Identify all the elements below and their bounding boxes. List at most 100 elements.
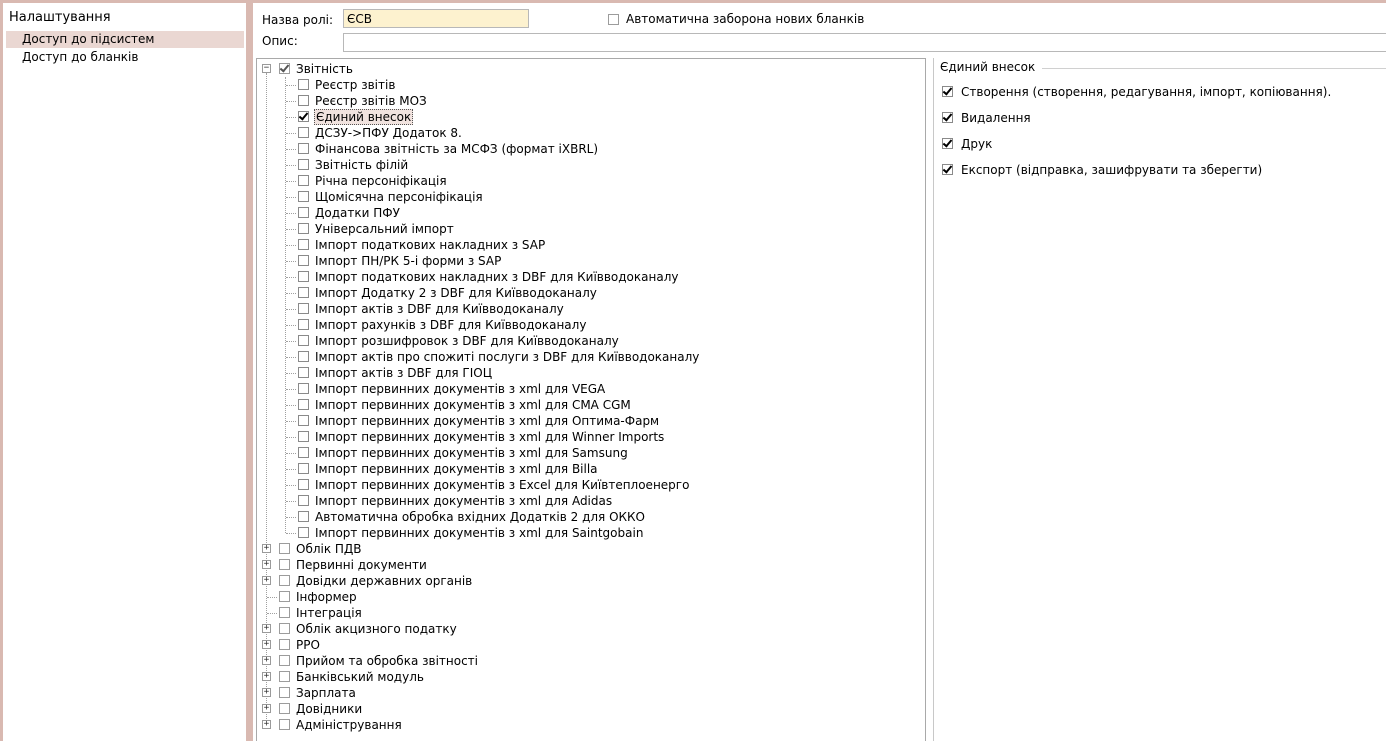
checkbox[interactable] xyxy=(298,271,309,282)
checkbox[interactable] xyxy=(279,591,290,602)
checkbox[interactable] xyxy=(298,383,309,394)
expand-icon[interactable]: + xyxy=(262,576,271,585)
nav-item-form-access[interactable]: Доступ до бланків xyxy=(6,49,244,66)
checkbox[interactable] xyxy=(298,239,309,250)
checkbox[interactable] xyxy=(279,63,290,74)
tree-node[interactable]: Імпорт первинних документів з xml для Sa… xyxy=(298,445,629,461)
checkbox[interactable] xyxy=(298,255,309,266)
permission-item[interactable]: Видалення xyxy=(942,110,1031,126)
checkbox[interactable] xyxy=(279,543,290,554)
expand-icon[interactable]: + xyxy=(262,704,271,713)
checkbox[interactable] xyxy=(298,79,309,90)
checkbox[interactable] xyxy=(298,303,309,314)
checkbox[interactable] xyxy=(298,447,309,458)
tree-node[interactable]: Імпорт первинних документів з xml для Sa… xyxy=(298,525,644,541)
tree-node-top[interactable]: Первинні документи xyxy=(279,557,428,573)
permission-item[interactable]: Експорт (відправка, зашифрувати та збере… xyxy=(942,162,1262,178)
tree-node[interactable]: Імпорт первинних документів з xml для CM… xyxy=(298,397,632,413)
tree-node[interactable]: Універсальний імпорт xyxy=(298,221,455,237)
tree-node[interactable]: Єдиний внесок xyxy=(298,109,414,125)
description-input[interactable] xyxy=(343,33,1386,52)
checkbox[interactable] xyxy=(298,143,309,154)
checkbox[interactable] xyxy=(298,191,309,202)
tree-node[interactable]: Щомісячна персоніфікація xyxy=(298,189,484,205)
checkbox[interactable] xyxy=(279,559,290,570)
permission-item[interactable]: Друк xyxy=(942,136,992,152)
tree-node[interactable]: Імпорт ПН/РК 5-і форми з SAP xyxy=(298,253,502,269)
role-name-input[interactable] xyxy=(343,9,529,28)
tree-node[interactable]: Звітність філій xyxy=(298,157,409,173)
checkbox[interactable] xyxy=(298,175,309,186)
tree-node-top[interactable]: Банківський модуль xyxy=(279,669,425,685)
auto-block-option[interactable]: Автоматична заборона нових бланків xyxy=(608,12,864,26)
tree-node-root[interactable]: Звітність xyxy=(279,61,354,77)
expand-icon[interactable]: + xyxy=(262,544,271,553)
checkbox[interactable] xyxy=(279,655,290,666)
checkbox[interactable] xyxy=(298,495,309,506)
checkbox[interactable] xyxy=(942,164,953,175)
tree-node-top[interactable]: Адміністрування xyxy=(279,717,403,733)
tree-node[interactable]: Імпорт податкових накладних з SAP xyxy=(298,237,546,253)
tree-node[interactable]: Імпорт первинних документів з xml для VE… xyxy=(298,381,606,397)
checkbox[interactable] xyxy=(298,319,309,330)
checkbox[interactable] xyxy=(279,703,290,714)
tree-node[interactable]: Імпорт податкових накладних з DBF для Ки… xyxy=(298,269,679,285)
tree-node[interactable]: Імпорт Додатку 2 з DBF для Київводоканал… xyxy=(298,285,598,301)
tree-node[interactable]: Річна персоніфікація xyxy=(298,173,448,189)
tree-node[interactable]: Імпорт первинних документів з xml для Bi… xyxy=(298,461,599,477)
checkbox[interactable] xyxy=(279,719,290,730)
expand-icon[interactable]: + xyxy=(262,656,271,665)
checkbox[interactable] xyxy=(279,639,290,650)
checkbox[interactable] xyxy=(298,431,309,442)
expand-icon[interactable]: + xyxy=(262,688,271,697)
checkbox[interactable] xyxy=(298,479,309,490)
tree-node[interactable]: Імпорт первинних документів з xml для Wi… xyxy=(298,429,665,445)
checkbox[interactable] xyxy=(279,687,290,698)
tree-node[interactable]: ДСЗУ->ПФУ Додаток 8. xyxy=(298,125,463,141)
checkbox[interactable] xyxy=(298,207,309,218)
tree-node[interactable]: Додатки ПФУ xyxy=(298,205,401,221)
expand-icon[interactable]: + xyxy=(262,640,271,649)
expand-icon[interactable]: + xyxy=(262,624,271,633)
tree-node[interactable]: Автоматична обробка вхідних Додатків 2 д… xyxy=(298,509,646,525)
tree-node[interactable]: Імпорт рахунків з DBF для Київводоканалу xyxy=(298,317,587,333)
tree-node[interactable]: Імпорт актів з DBF для ГІОЦ xyxy=(298,365,493,381)
tree-node[interactable]: Імпорт актів з DBF для Київводоканалу xyxy=(298,301,565,317)
tree-node[interactable]: Імпорт первинних документів з xml для Оп… xyxy=(298,413,660,429)
checkbox[interactable] xyxy=(298,399,309,410)
tree-node-top[interactable]: Облік ПДВ xyxy=(279,541,363,557)
checkbox[interactable] xyxy=(298,415,309,426)
checkbox[interactable] xyxy=(298,223,309,234)
tree-node[interactable]: Імпорт актів про спожиті послуги з DBF д… xyxy=(298,349,700,365)
tree-node[interactable]: Реєстр звітів МОЗ xyxy=(298,93,428,109)
tree-node-top[interactable]: Довідки державних органів xyxy=(279,573,473,589)
subsystem-tree[interactable]: − Звітність Реєстр звітів Реєстр звітів МОЗ… xyxy=(256,58,926,741)
checkbox[interactable] xyxy=(279,623,290,634)
checkbox[interactable] xyxy=(298,111,309,122)
tree-node[interactable]: Фінансова звітність за МСФЗ (формат iXBR… xyxy=(298,141,599,157)
checkbox[interactable] xyxy=(298,159,309,170)
tree-node-top[interactable]: Облік акцизного податку xyxy=(279,621,458,637)
checkbox[interactable] xyxy=(298,367,309,378)
checkbox[interactable] xyxy=(279,607,290,618)
checkbox[interactable] xyxy=(298,95,309,106)
checkbox[interactable] xyxy=(279,671,290,682)
tree-node[interactable]: Імпорт розшифровок з DBF для Київводокан… xyxy=(298,333,620,349)
checkbox[interactable] xyxy=(298,511,309,522)
checkbox[interactable] xyxy=(298,287,309,298)
tree-node-top[interactable]: Довідники xyxy=(279,701,363,717)
checkbox[interactable] xyxy=(279,575,290,586)
checkbox[interactable] xyxy=(298,335,309,346)
tree-node[interactable]: Реєстр звітів xyxy=(298,77,396,93)
auto-block-checkbox[interactable] xyxy=(608,14,619,25)
tree-node-top[interactable]: Прийом та обробка звітності xyxy=(279,653,479,669)
collapse-icon[interactable]: − xyxy=(262,64,271,73)
checkbox[interactable] xyxy=(298,463,309,474)
expand-icon[interactable]: + xyxy=(262,560,271,569)
tree-node-top[interactable]: Інформер xyxy=(279,589,358,605)
checkbox[interactable] xyxy=(942,86,953,97)
tree-node[interactable]: Імпорт первинних документів з xml для Ad… xyxy=(298,493,613,509)
permission-item[interactable]: Створення (створення, редагування, імпор… xyxy=(942,84,1331,100)
checkbox[interactable] xyxy=(298,127,309,138)
checkbox[interactable] xyxy=(942,112,953,123)
